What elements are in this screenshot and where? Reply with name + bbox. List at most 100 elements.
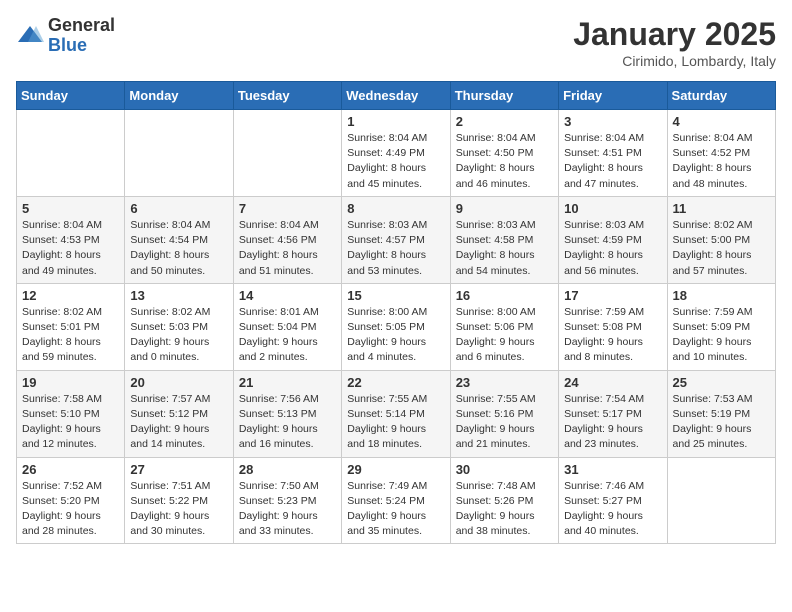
day-number: 17 xyxy=(564,288,661,303)
logo-icon xyxy=(16,22,44,50)
day-number: 3 xyxy=(564,114,661,129)
day-cell-16: 16Sunrise: 8:00 AM Sunset: 5:06 PM Dayli… xyxy=(450,283,558,370)
day-cell-22: 22 Sunrise: 7:55 AM Sunset: 5:14 PM Dayli… xyxy=(342,370,450,457)
day-cell-21: 21 Sunrise: 7:56 AM Sunset: 5:13 PM Dayli… xyxy=(233,370,341,457)
day-info: Sunrise: 8:04 AM Sunset: 4:52 PM Dayligh… xyxy=(673,131,770,192)
day-number: 20 xyxy=(130,375,227,390)
day-number: 30 xyxy=(456,462,553,477)
day-info: Sunrise: 7:52 AM Sunset: 5:20 PM Dayligh… xyxy=(22,479,119,540)
col-header-friday: Friday xyxy=(559,82,667,110)
day-info: Sunrise: 7:55 AM Sunset: 5:16 PM Dayligh… xyxy=(456,392,553,453)
day-number: 7 xyxy=(239,201,336,216)
calendar: SundayMondayTuesdayWednesdayThursdayFrid… xyxy=(16,81,776,544)
day-info: Sunrise: 8:03 AM Sunset: 4:57 PM Dayligh… xyxy=(347,218,444,279)
day-info: Sunrise: 8:04 AM Sunset: 4:51 PM Dayligh… xyxy=(564,131,661,192)
day-info: Sunrise: 7:55 AM Sunset: 5:14 PM Dayligh… xyxy=(347,392,444,453)
day-number: 15 xyxy=(347,288,444,303)
day-cell-9: 9 Sunrise: 8:03 AM Sunset: 4:58 PM Daylig… xyxy=(450,196,558,283)
day-cell-8: 8 Sunrise: 8:03 AM Sunset: 4:57 PM Daylig… xyxy=(342,196,450,283)
day-cell-2: 2 Sunrise: 8:04 AM Sunset: 4:50 PM Daylig… xyxy=(450,110,558,197)
day-number: 31 xyxy=(564,462,661,477)
day-cell-7: 7 Sunrise: 8:04 AM Sunset: 4:56 PM Daylig… xyxy=(233,196,341,283)
day-number: 6 xyxy=(130,201,227,216)
day-number: 9 xyxy=(456,201,553,216)
day-info: Sunrise: 8:04 AM Sunset: 4:54 PM Dayligh… xyxy=(130,218,227,279)
col-header-monday: Monday xyxy=(125,82,233,110)
day-info: Sunrise: 8:04 AM Sunset: 4:49 PM Dayligh… xyxy=(347,131,444,192)
day-number: 8 xyxy=(347,201,444,216)
day-number: 19 xyxy=(22,375,119,390)
day-cell-18: 18 Sunrise: 7:59 AM Sunset: 5:09 PM Dayli… xyxy=(667,283,775,370)
day-number: 27 xyxy=(130,462,227,477)
day-cell-4: 4 Sunrise: 8:04 AM Sunset: 4:52 PM Daylig… xyxy=(667,110,775,197)
calendar-week-5: 26 Sunrise: 7:52 AM Sunset: 5:20 PM Dayli… xyxy=(17,457,776,544)
logo-text: General Blue xyxy=(48,16,115,56)
day-cell-12: 12 Sunrise: 8:02 AM Sunset: 5:01 PM Dayli… xyxy=(17,283,125,370)
calendar-week-1: 1 Sunrise: 8:04 AM Sunset: 4:49 PM Daylig… xyxy=(17,110,776,197)
day-number: 21 xyxy=(239,375,336,390)
col-header-saturday: Saturday xyxy=(667,82,775,110)
day-cell-6: 6 Sunrise: 8:04 AM Sunset: 4:54 PM Daylig… xyxy=(125,196,233,283)
title-block: January 2025 Cirimido, Lombardy, Italy xyxy=(573,16,776,69)
location: Cirimido, Lombardy, Italy xyxy=(573,53,776,69)
day-info: Sunrise: 8:02 AM Sunset: 5:01 PM Dayligh… xyxy=(22,305,119,366)
day-info: Sunrise: 7:49 AM Sunset: 5:24 PM Dayligh… xyxy=(347,479,444,540)
col-header-thursday: Thursday xyxy=(450,82,558,110)
day-cell-26: 26 Sunrise: 7:52 AM Sunset: 5:20 PM Dayli… xyxy=(17,457,125,544)
page-header: General Blue January 2025 Cirimido, Lomb… xyxy=(16,16,776,69)
day-cell-1: 1 Sunrise: 8:04 AM Sunset: 4:49 PM Daylig… xyxy=(342,110,450,197)
day-info: Sunrise: 8:00 AM Sunset: 5:06 PM Dayligh… xyxy=(456,305,553,366)
day-info: Sunrise: 7:56 AM Sunset: 5:13 PM Dayligh… xyxy=(239,392,336,453)
day-cell-24: 24 Sunrise: 7:54 AM Sunset: 5:17 PM Dayli… xyxy=(559,370,667,457)
day-info: Sunrise: 7:57 AM Sunset: 5:12 PM Dayligh… xyxy=(130,392,227,453)
day-info: Sunrise: 8:03 AM Sunset: 4:58 PM Dayligh… xyxy=(456,218,553,279)
day-info: Sunrise: 7:51 AM Sunset: 5:22 PM Dayligh… xyxy=(130,479,227,540)
day-cell-25: 25 Sunrise: 7:53 AM Sunset: 5:19 PM Dayli… xyxy=(667,370,775,457)
day-cell-15: 15Sunrise: 8:00 AM Sunset: 5:05 PM Dayli… xyxy=(342,283,450,370)
day-number: 12 xyxy=(22,288,119,303)
day-cell-29: 29 Sunrise: 7:49 AM Sunset: 5:24 PM Dayli… xyxy=(342,457,450,544)
day-info: Sunrise: 8:04 AM Sunset: 4:50 PM Dayligh… xyxy=(456,131,553,192)
day-info: Sunrise: 8:02 AM Sunset: 5:03 PM Dayligh… xyxy=(130,305,227,366)
day-info: Sunrise: 8:01 AM Sunset: 5:04 PM Dayligh… xyxy=(239,305,336,366)
logo-blue: Blue xyxy=(48,36,115,56)
day-info: Sunrise: 7:50 AM Sunset: 5:23 PM Dayligh… xyxy=(239,479,336,540)
day-number: 2 xyxy=(456,114,553,129)
day-number: 14 xyxy=(239,288,336,303)
day-number: 10 xyxy=(564,201,661,216)
month-title: January 2025 xyxy=(573,16,776,53)
day-info: Sunrise: 7:53 AM Sunset: 5:19 PM Dayligh… xyxy=(673,392,770,453)
day-cell-20: 20 Sunrise: 7:57 AM Sunset: 5:12 PM Dayli… xyxy=(125,370,233,457)
day-cell-28: 28 Sunrise: 7:50 AM Sunset: 5:23 PM Dayli… xyxy=(233,457,341,544)
day-number: 25 xyxy=(673,375,770,390)
day-number: 4 xyxy=(673,114,770,129)
day-number: 13 xyxy=(130,288,227,303)
day-info: Sunrise: 7:46 AM Sunset: 5:27 PM Dayligh… xyxy=(564,479,661,540)
day-number: 28 xyxy=(239,462,336,477)
calendar-header-row: SundayMondayTuesdayWednesdayThursdayFrid… xyxy=(17,82,776,110)
day-cell-23: 23Sunrise: 7:55 AM Sunset: 5:16 PM Dayli… xyxy=(450,370,558,457)
logo-general: General xyxy=(48,16,115,36)
day-number: 18 xyxy=(673,288,770,303)
day-info: Sunrise: 7:59 AM Sunset: 5:08 PM Dayligh… xyxy=(564,305,661,366)
empty-cell xyxy=(17,110,125,197)
day-number: 22 xyxy=(347,375,444,390)
day-cell-11: 11Sunrise: 8:02 AM Sunset: 5:00 PM Dayli… xyxy=(667,196,775,283)
col-header-wednesday: Wednesday xyxy=(342,82,450,110)
day-info: Sunrise: 7:59 AM Sunset: 5:09 PM Dayligh… xyxy=(673,305,770,366)
day-info: Sunrise: 7:54 AM Sunset: 5:17 PM Dayligh… xyxy=(564,392,661,453)
calendar-week-3: 12 Sunrise: 8:02 AM Sunset: 5:01 PM Dayli… xyxy=(17,283,776,370)
day-number: 1 xyxy=(347,114,444,129)
day-cell-13: 13 Sunrise: 8:02 AM Sunset: 5:03 PM Dayli… xyxy=(125,283,233,370)
day-cell-14: 14 Sunrise: 8:01 AM Sunset: 5:04 PM Dayli… xyxy=(233,283,341,370)
day-info: Sunrise: 8:04 AM Sunset: 4:56 PM Dayligh… xyxy=(239,218,336,279)
day-number: 5 xyxy=(22,201,119,216)
col-header-tuesday: Tuesday xyxy=(233,82,341,110)
calendar-week-2: 5Sunrise: 8:04 AM Sunset: 4:53 PM Daylig… xyxy=(17,196,776,283)
day-number: 11 xyxy=(673,201,770,216)
day-number: 29 xyxy=(347,462,444,477)
day-number: 24 xyxy=(564,375,661,390)
day-number: 26 xyxy=(22,462,119,477)
col-header-sunday: Sunday xyxy=(17,82,125,110)
day-cell-3: 3 Sunrise: 8:04 AM Sunset: 4:51 PM Daylig… xyxy=(559,110,667,197)
